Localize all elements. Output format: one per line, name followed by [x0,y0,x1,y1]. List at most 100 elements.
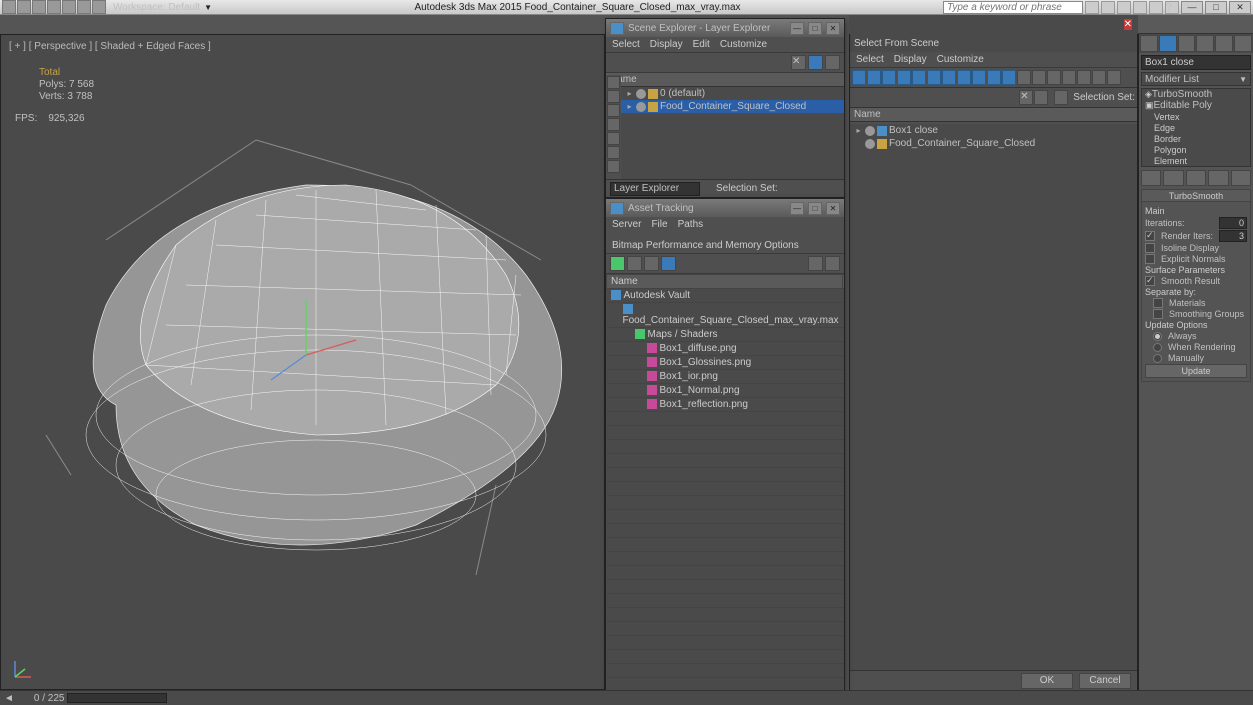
asset-row[interactable]: Box1_diffuse.pngFound [607,342,845,356]
panel-max-icon[interactable]: □ [808,22,822,35]
create-tab-icon[interactable] [1140,35,1158,52]
show-end-result-icon[interactable] [1163,170,1183,186]
at-menu-paths[interactable]: Paths [678,219,704,230]
search-input[interactable] [943,1,1083,14]
filter-group-icon[interactable] [942,70,956,85]
filter-bone-icon[interactable] [972,70,986,85]
sfs-item[interactable]: ▸Box1 close [850,124,1137,137]
helper4-icon[interactable] [1149,1,1163,14]
open-icon[interactable] [32,0,46,14]
time-slider-icon[interactable]: ◄ [4,693,14,704]
motion-tab-icon[interactable] [1196,35,1214,52]
render-iters-check[interactable] [1145,231,1155,241]
se-menu-edit[interactable]: Edit [693,39,710,50]
stack-turbosmooth[interactable]: ◈ TurboSmooth [1142,89,1250,100]
render-iters-spinner[interactable] [1219,230,1247,242]
always-radio[interactable] [1153,332,1162,341]
app-icon[interactable] [2,0,16,14]
sfs-close-icon[interactable]: ✕ [1124,19,1132,30]
filter-spacewarps-icon[interactable] [927,70,941,85]
update-button[interactable]: Update [1145,364,1247,378]
filter-cat-icon[interactable] [987,70,1001,85]
filter-container-icon[interactable] [1002,70,1016,85]
filter-geometry-icon[interactable] [852,70,866,85]
make-unique-icon[interactable] [1186,170,1206,186]
sfs-name-header[interactable]: Name [850,108,1137,122]
at-menu-bitmap[interactable]: Bitmap Performance and Memory Options [612,240,799,251]
asset-tracking-table[interactable]: NameStatus Autodesk VaultLoggedFood_Cont… [606,274,844,692]
filter-all-icon[interactable] [1047,70,1061,85]
rendering-radio[interactable] [1153,343,1162,352]
object-name-field[interactable]: Box1 close [1141,55,1251,70]
ok-button[interactable]: OK [1021,673,1073,689]
mesh-object[interactable] [16,125,591,595]
at-refresh-icon[interactable] [610,256,625,271]
filter-hidden-icon[interactable] [1032,70,1046,85]
se-side2-icon[interactable] [607,90,620,103]
at-tb2-icon[interactable] [627,256,642,271]
scene-explorer-titlebar[interactable]: Scene Explorer - Layer Explorer — □ ✕ [606,19,844,37]
tri-icon[interactable] [1092,70,1106,85]
at-tb4-icon[interactable] [661,256,676,271]
at-menu-file[interactable]: File [651,219,667,230]
asset-row[interactable]: Box1_Normal.pngFound [607,384,845,398]
modify-tab-icon[interactable] [1159,35,1177,52]
helper1-icon[interactable] [1101,1,1115,14]
at-name-col[interactable]: Name [607,275,843,289]
filter-xref-icon[interactable] [957,70,971,85]
filter-camera-icon[interactable] [897,70,911,85]
at-min-icon[interactable]: — [790,202,804,215]
se-menu-customize[interactable]: Customize [720,39,767,50]
viewport-label[interactable]: [ + ] [ Perspective ] [ Shaded + Edged F… [9,41,211,52]
link-icon[interactable] [92,0,106,14]
rollout-header[interactable]: TurboSmooth [1141,189,1251,202]
asset-row[interactable]: Autodesk VaultLogged [607,289,845,303]
layer-row[interactable]: ▸Food_Container_Square_Closed [621,100,844,113]
se-menu-display[interactable]: Display [650,39,683,50]
filter-frozen-icon[interactable] [1017,70,1031,85]
minimize-button[interactable]: — [1181,1,1203,14]
modifier-list-dropdown[interactable]: Modifier List▼ [1141,72,1251,86]
undo-icon[interactable] [62,0,76,14]
at-tb5-icon[interactable] [808,256,823,271]
new-icon[interactable] [17,0,31,14]
asset-tracking-titlebar[interactable]: Asset Tracking — □ ✕ [606,199,844,217]
redo-icon[interactable] [77,0,91,14]
help-icon[interactable] [1085,1,1099,14]
display-tab-icon[interactable] [1215,35,1233,52]
se-side6-icon[interactable] [607,146,620,159]
save-icon[interactable] [47,0,61,14]
viewport[interactable]: [ + ] [ Perspective ] [ Shaded + Edged F… [0,34,605,690]
utility-tab-icon[interactable] [1234,35,1252,52]
close-filter-icon[interactable]: ✕ [1019,90,1033,105]
se-side5-icon[interactable] [607,132,620,145]
frame-display[interactable]: 0 / 225 [34,693,65,704]
sfs-menu-select[interactable]: Select [856,54,884,65]
asset-row[interactable]: Maps / Shaders [607,328,845,342]
helper3-icon[interactable] [1133,1,1147,14]
filter-light-icon[interactable] [882,70,896,85]
at-tb3-icon[interactable] [644,256,659,271]
at-menu-server[interactable]: Server [612,219,641,230]
hierarchy-tab-icon[interactable] [1178,35,1196,52]
helper2-icon[interactable] [1117,1,1131,14]
sfs-list[interactable]: ▸Box1 close Food_Container_Square_Closed [850,124,1137,670]
sfs-menu-customize[interactable]: Customize [937,54,984,65]
smooth-result-check[interactable] [1145,276,1155,286]
se-side3-icon[interactable] [607,104,620,117]
stack-polygon[interactable]: Polygon [1142,144,1250,155]
expand-icon[interactable] [1034,90,1048,105]
se-name-header[interactable]: Name [606,73,844,87]
question-icon[interactable]: ? [1165,1,1179,14]
se-side7-icon[interactable] [607,160,620,173]
asset-row[interactable]: Box1_Glossines.pngFound [607,356,845,370]
explicit-check[interactable] [1145,254,1155,264]
filter-shape-icon[interactable] [867,70,881,85]
stack-border[interactable]: Border [1142,133,1250,144]
se-menu-select[interactable]: Select [612,39,640,50]
se-clear-icon[interactable]: ✕ [791,55,806,70]
sfs-item[interactable]: Food_Container_Square_Closed [850,137,1137,150]
filter-none-icon[interactable] [1062,70,1076,85]
manually-radio[interactable] [1153,354,1162,363]
asset-row[interactable]: Food_Container_Square_Closed_max_vray.ma… [607,303,845,328]
